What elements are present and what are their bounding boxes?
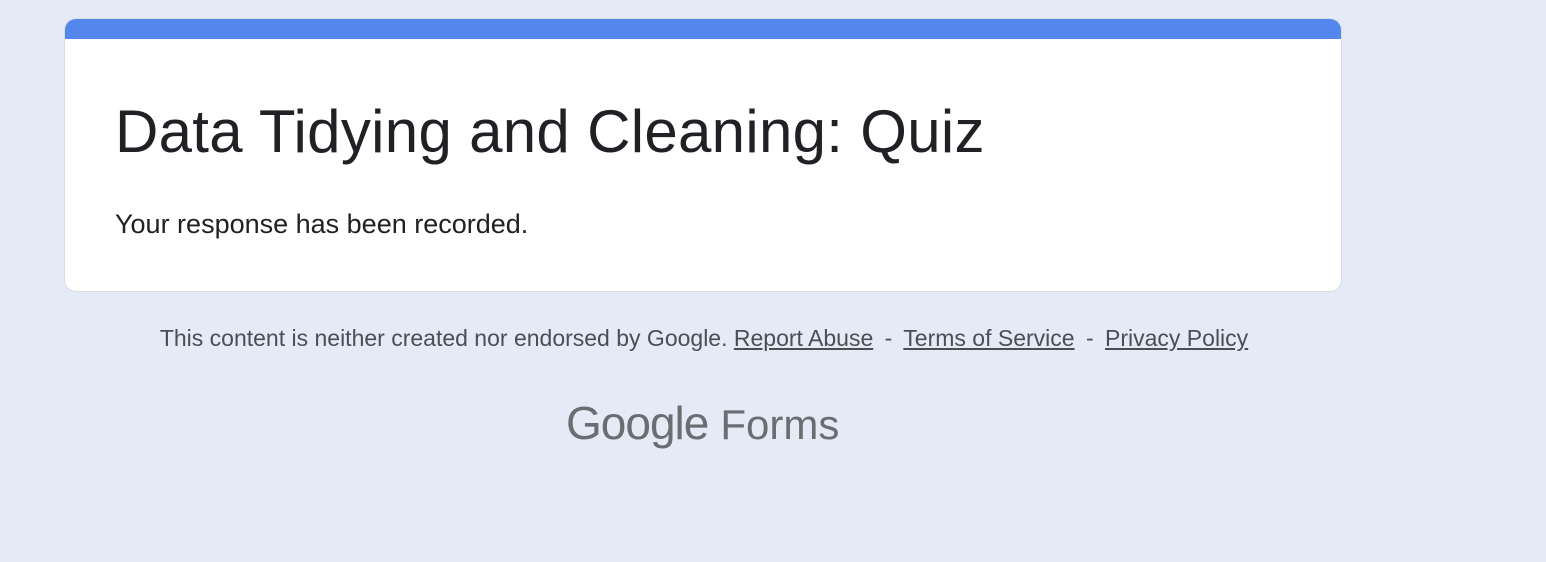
google-wordmark: Google bbox=[566, 397, 709, 449]
card-accent-bar bbox=[65, 19, 1341, 39]
footer-separator: - bbox=[1085, 325, 1094, 351]
page: Data Tidying and Cleaning: Quiz Your res… bbox=[0, 0, 1546, 562]
google-forms-logo[interactable]: Google Forms bbox=[566, 396, 839, 452]
form-title: Data Tidying and Cleaning: Quiz bbox=[115, 98, 985, 165]
forms-wordmark: Forms bbox=[720, 401, 840, 448]
footer-disclaimer-line: This content is neither created nor endo… bbox=[0, 325, 1408, 352]
form-confirmation-card: Data Tidying and Cleaning: Quiz Your res… bbox=[64, 18, 1342, 292]
privacy-policy-link[interactable]: Privacy Policy bbox=[1105, 325, 1248, 351]
terms-of-service-link[interactable]: Terms of Service bbox=[903, 325, 1074, 351]
report-abuse-link[interactable]: Report Abuse bbox=[734, 325, 873, 351]
confirmation-message: Your response has been recorded. bbox=[115, 209, 529, 239]
disclaimer-text: This content is neither created nor endo… bbox=[159, 325, 728, 351]
footer-separator: - bbox=[884, 325, 893, 351]
